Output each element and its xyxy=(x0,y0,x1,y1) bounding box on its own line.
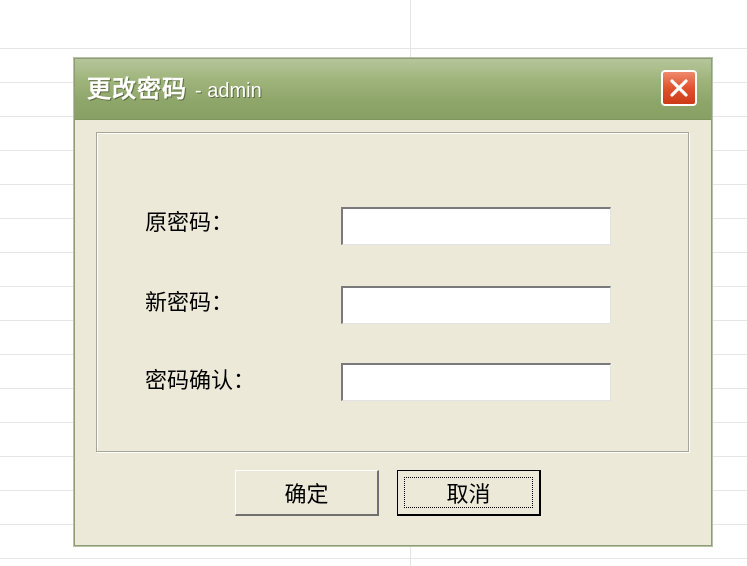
new-password-field[interactable] xyxy=(341,286,611,324)
old-password-field[interactable] xyxy=(341,207,611,245)
dialog-title-main: 更改密码 xyxy=(87,75,187,103)
new-password-label: 新密码： xyxy=(145,291,234,316)
focus-ring xyxy=(404,477,533,508)
close-icon xyxy=(670,79,688,97)
dialog-title-user: - admin xyxy=(195,80,262,102)
ok-button-label: 确定 xyxy=(284,482,329,508)
old-password-label: 原密码： xyxy=(145,211,234,236)
close-button[interactable] xyxy=(661,70,697,106)
dialog-title: 更改密码 - admin xyxy=(87,69,262,104)
confirm-password-field[interactable] xyxy=(341,363,611,401)
cancel-button[interactable]: 取消 xyxy=(397,470,541,516)
dialog-titlebar[interactable]: 更改密码 - admin xyxy=(75,59,711,120)
change-password-dialog: 更改密码 - admin 原密码： 新密码： 密码确认： 确定 取消 xyxy=(74,58,712,546)
confirm-password-label: 密码确认： xyxy=(145,369,256,394)
ok-button[interactable]: 确定 xyxy=(235,470,379,516)
